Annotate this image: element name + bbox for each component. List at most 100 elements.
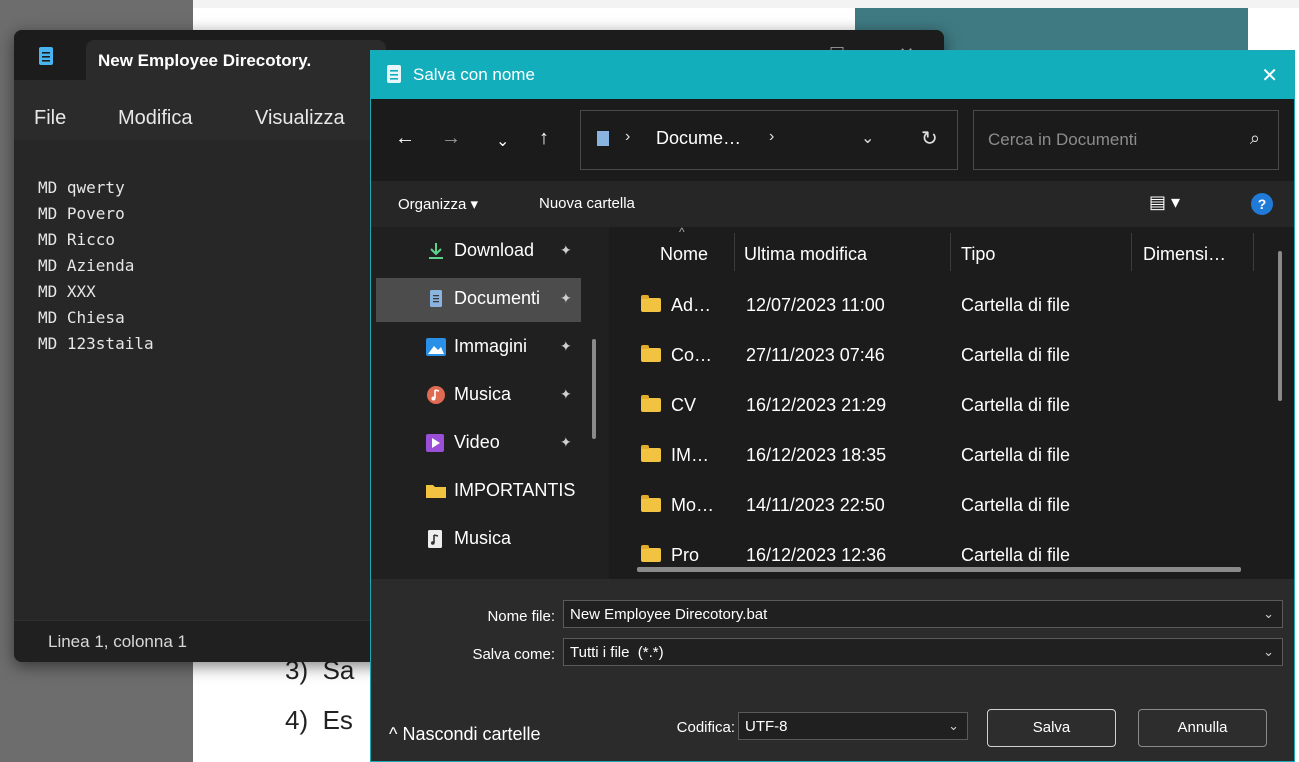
save-button[interactable]: Salva [987, 709, 1116, 747]
folder-icon [641, 295, 661, 312]
column-header-type[interactable]: Tipo [961, 244, 995, 265]
pin-icon: ✦ [560, 242, 572, 258]
file-row[interactable]: IM… 16/12/2023 18:35 Cartella di file [609, 431, 1249, 481]
file-modified: 27/11/2023 07:46 [746, 345, 885, 365]
filename-input[interactable]: New Employee Direcotory.bat ⌄ [563, 600, 1283, 628]
dialog-titlebar: Salva con nome ✕ [371, 51, 1294, 99]
chevron-down-icon[interactable]: ⌄ [1263, 606, 1274, 622]
menu-visualizza[interactable]: Visualizza [255, 107, 345, 130]
column-divider[interactable] [950, 233, 951, 271]
nav-item-label: Documenti [454, 288, 541, 308]
documents-icon [430, 290, 442, 307]
pictures-icon [426, 338, 446, 356]
file-modified: 16/12/2023 21:29 [746, 395, 887, 415]
file-list-vertical-scrollbar[interactable] [1278, 251, 1282, 401]
text-line: MD Ricco [38, 230, 116, 249]
search-placeholder: Cerca in Documenti [988, 130, 1138, 149]
folder-icon [641, 545, 661, 562]
file-row[interactable]: Ad… 12/07/2023 11:00 Cartella di file [609, 281, 1249, 331]
text-line: MD qwerty [38, 178, 125, 197]
chevron-down-icon[interactable]: ⌄ [948, 718, 959, 734]
close-icon[interactable]: ✕ [1261, 63, 1278, 88]
nav-item-video[interactable]: Video ✦ [376, 422, 581, 466]
cursor-position: Linea 1, colonna 1 [48, 632, 187, 651]
file-type: Cartella di file [961, 345, 1071, 365]
savetype-label: Salva come: [472, 646, 555, 663]
hide-folders-toggle[interactable]: ^ Nascondi cartelle [389, 724, 541, 745]
file-name: IM… [671, 445, 709, 465]
music-icon [427, 386, 445, 404]
column-header-modified[interactable]: Ultima modifica [744, 244, 867, 265]
chevron-down-icon[interactable]: ⌄ [496, 131, 509, 151]
file-row[interactable]: CV 16/12/2023 21:29 Cartella di file [609, 381, 1249, 431]
breadcrumb-separator[interactable]: › [769, 128, 774, 146]
file-name: Mo… [671, 495, 715, 515]
new-folder-button[interactable]: Nuova cartella [539, 195, 635, 212]
encoding-value: UTF-8 [745, 718, 788, 735]
dialog-toolbar: Organizza ▾ Nuova cartella ▤ ▾ ? [371, 181, 1294, 227]
chevron-down-icon[interactable]: ⌄ [1263, 644, 1274, 660]
nav-item-pictures[interactable]: Immagini ✦ [376, 326, 581, 370]
dialog-title: Salva con nome [413, 65, 535, 84]
navigation-pane: Download ✦ Documenti ✦ Immagini ✦ Musica… [371, 227, 599, 579]
nav-item-music-folder[interactable]: Musica [376, 518, 581, 562]
file-row[interactable]: Mo… 14/11/2023 22:50 Cartella di file [609, 481, 1249, 531]
column-divider[interactable] [1131, 233, 1132, 271]
column-header-size[interactable]: Dimensi… [1143, 244, 1226, 265]
file-modified: 16/12/2023 12:36 [746, 545, 887, 565]
pin-icon: ✦ [560, 434, 572, 450]
pin-icon: ✦ [560, 386, 572, 402]
savetype-select[interactable]: Tutti i file (*.*) ⌄ [563, 638, 1283, 666]
file-type: Cartella di file [961, 445, 1071, 465]
nav-item-download[interactable]: Download ✦ [376, 230, 581, 274]
file-row[interactable]: Co… 27/11/2023 07:46 Cartella di file [609, 331, 1249, 381]
notepad-title: New Employee Direcotory. [98, 51, 312, 70]
forward-icon[interactable]: → [441, 127, 461, 150]
column-divider[interactable] [734, 233, 735, 271]
folder-icon [641, 345, 661, 362]
chevron-down-icon[interactable]: ⌄ [861, 128, 874, 148]
file-name: Pro [671, 545, 700, 565]
encoding-label: Codifica: [676, 719, 735, 736]
file-type: Cartella di file [961, 295, 1071, 315]
save-as-dialog: Salva con nome ✕ ← → ⌄ ↑ › Docume… › ⌄ ↻… [370, 50, 1295, 762]
filename-value: New Employee Direcotory.bat [570, 606, 768, 623]
documents-icon [597, 131, 609, 146]
nav-item-importantis[interactable]: IMPORTANTIS [376, 470, 581, 514]
refresh-icon[interactable]: ↻ [921, 126, 938, 151]
search-box[interactable]: Cerca in Documenti ⌕ [973, 110, 1279, 170]
folder-icon [426, 485, 446, 498]
up-icon[interactable]: ↑ [539, 127, 549, 150]
nav-item-label: IMPORTANTIS [454, 480, 576, 500]
search-icon[interactable]: ⌕ [1250, 128, 1260, 149]
cancel-button[interactable]: Annulla [1138, 709, 1267, 747]
menu-file[interactable]: File [34, 107, 66, 130]
file-list-horizontal-scrollbar[interactable] [637, 567, 1241, 572]
file-list: ^ Nome Ultima modifica Tipo Dimensi… Ad…… [609, 227, 1294, 579]
file-modified: 12/07/2023 11:00 [746, 295, 885, 315]
nav-scrollbar[interactable] [592, 339, 596, 439]
file-name: Ad… [671, 295, 712, 315]
file-type: Cartella di file [961, 395, 1071, 415]
column-header-name[interactable]: Nome [660, 244, 708, 265]
help-icon[interactable]: ? [1251, 193, 1273, 215]
savetype-value: Tutti i file (*.*) [570, 644, 664, 661]
address-bar[interactable]: › Docume… › ⌄ ↻ [580, 110, 958, 170]
encoding-select[interactable]: UTF-8 ⌄ [738, 712, 968, 740]
file-modified: 16/12/2023 18:35 [746, 445, 887, 465]
column-divider[interactable] [1253, 233, 1254, 271]
menu-modifica[interactable]: Modifica [118, 107, 192, 130]
file-name: CV [671, 395, 697, 415]
music-file-icon [428, 530, 442, 548]
file-type: Cartella di file [961, 495, 1071, 515]
text-line: MD 123staila [38, 334, 154, 353]
notepad-tab[interactable]: New Employee Direcotory. [86, 40, 386, 80]
nav-item-documents[interactable]: Documenti ✦ [376, 278, 581, 322]
breadcrumb-folder[interactable]: Docume… [656, 128, 741, 149]
pin-icon: ✦ [560, 338, 572, 354]
nav-item-music[interactable]: Musica ✦ [376, 374, 581, 418]
hide-folders-label: Nascondi cartelle [402, 724, 541, 744]
organize-button[interactable]: Organizza ▾ [398, 195, 478, 213]
view-options-icon[interactable]: ▤ ▾ [1149, 192, 1180, 213]
back-icon[interactable]: ← [395, 127, 415, 150]
